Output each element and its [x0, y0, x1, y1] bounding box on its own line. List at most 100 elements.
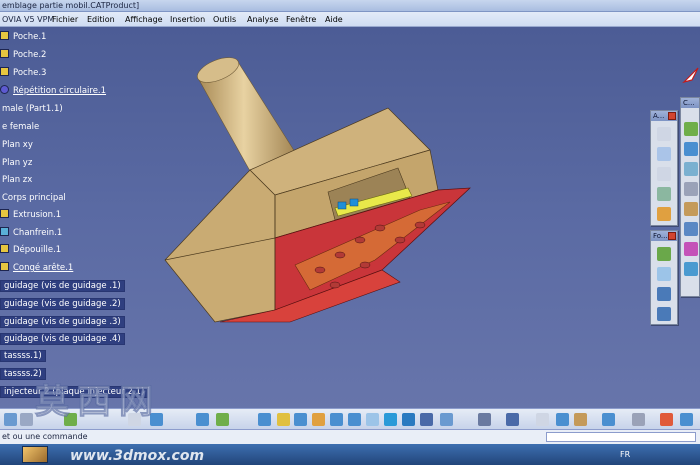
- sectioning-icon[interactable]: [602, 413, 615, 426]
- tree-item-poche-1[interactable]: Poche.1: [0, 31, 48, 44]
- fix-together-icon[interactable]: [684, 242, 698, 256]
- normal-view-icon[interactable]: [366, 413, 379, 426]
- tree-item-female[interactable]: e female: [0, 121, 41, 134]
- tree-icon[interactable]: [196, 413, 209, 426]
- menu-insertion[interactable]: Insertion: [170, 12, 205, 27]
- angle-icon[interactable]: [684, 202, 698, 216]
- tree-item-guidage-1[interactable]: guidage (vis de guidage .1): [0, 280, 125, 293]
- menu-analyse[interactable]: Analyse: [247, 12, 279, 27]
- select-icon[interactable]: [4, 413, 17, 426]
- tree-item-corps-principal[interactable]: Corps principal: [0, 192, 68, 205]
- applications-icon[interactable]: [660, 413, 673, 426]
- toolbar-a[interactable]: A...: [650, 110, 678, 226]
- shape-tool-icon[interactable]: [657, 267, 671, 281]
- tree-item-depouille[interactable]: Dépouille.1: [0, 244, 63, 257]
- shading-icon[interactable]: [402, 413, 415, 426]
- cube-tool-icon[interactable]: [657, 287, 671, 301]
- swap-visible-icon[interactable]: [440, 413, 453, 426]
- form-tool-icon[interactable]: [657, 247, 671, 261]
- section-tool-icon[interactable]: [657, 187, 671, 201]
- tree-item-tassss-1[interactable]: tassss.1): [0, 350, 46, 363]
- taskbar-app-thumbnail[interactable]: [22, 446, 48, 463]
- analysis-tool-icon[interactable]: [657, 127, 671, 141]
- language-indicator[interactable]: FR: [620, 444, 630, 465]
- formula-icon[interactable]: [128, 413, 141, 426]
- menu-fichier[interactable]: Fichier: [52, 12, 78, 27]
- tree-item-poche-3[interactable]: Poche.3: [0, 67, 48, 80]
- close-icon[interactable]: [668, 112, 676, 120]
- menu-aide[interactable]: Aide: [325, 12, 343, 27]
- camera-icon[interactable]: [478, 413, 491, 426]
- tree-item-poche-2[interactable]: Poche.2: [0, 49, 48, 62]
- window-title-bar: emblage partie mobil.CATProduct]: [0, 0, 700, 12]
- distance-tool-icon[interactable]: [657, 207, 671, 221]
- box-tool-icon[interactable]: [657, 307, 671, 321]
- tree-item-plan-yz[interactable]: Plan yz: [0, 157, 34, 170]
- tree-item-plan-zx[interactable]: Plan zx: [0, 174, 34, 187]
- pocket-icon: [0, 31, 9, 40]
- tree-item-conge-arete[interactable]: Congé arête.1: [0, 262, 75, 275]
- hierarchy-icon[interactable]: [216, 413, 229, 426]
- guide-pin: [349, 198, 359, 207]
- tree-item-plan-xy[interactable]: Plan xy: [0, 139, 35, 152]
- zoom-out-icon[interactable]: [348, 413, 361, 426]
- pocket-icon: [0, 67, 9, 76]
- constraint-icon[interactable]: [684, 122, 698, 136]
- clash-tool-icon[interactable]: [657, 167, 671, 181]
- bill-of-material-icon[interactable]: [574, 413, 587, 426]
- coincidence-icon[interactable]: [684, 142, 698, 156]
- rotate-icon[interactable]: [312, 413, 325, 426]
- hide-show-icon[interactable]: [420, 413, 433, 426]
- measure-tool-icon[interactable]: [657, 147, 671, 161]
- compass-icon[interactable]: [682, 66, 700, 84]
- explode-icon[interactable]: [536, 413, 549, 426]
- tree-item-chanfrein[interactable]: Chanfrein.1: [0, 227, 64, 240]
- tree-item-repetition-circulaire[interactable]: Répétition circulaire.1: [0, 85, 108, 98]
- fix-icon[interactable]: [684, 222, 698, 236]
- refresh-icon[interactable]: [632, 413, 645, 426]
- tree-item-guidage-2[interactable]: guidage (vis de guidage .2): [0, 298, 125, 311]
- scene-icon[interactable]: [680, 413, 693, 426]
- zoom-in-icon[interactable]: [330, 413, 343, 426]
- tree-item-injecteur-2[interactable]: injecteur 2 (plaque injecteur 2.1): [0, 386, 149, 399]
- draft-icon: [0, 244, 9, 253]
- mold-left-face: [164, 169, 276, 323]
- pan-icon[interactable]: [294, 413, 307, 426]
- contact-icon[interactable]: [684, 162, 698, 176]
- fly-mode-icon[interactable]: [258, 413, 271, 426]
- fit-all-icon[interactable]: [277, 413, 290, 426]
- menu-edition[interactable]: Edition: [87, 12, 115, 27]
- fillet-icon: [0, 262, 9, 271]
- tree-item-male-part[interactable]: male (Part1.1): [0, 103, 65, 116]
- undo-icon[interactable]: [20, 413, 33, 426]
- 3d-assembly-view[interactable]: [160, 50, 480, 330]
- update-icon[interactable]: [684, 262, 698, 276]
- menu-outils[interactable]: Outils: [213, 12, 236, 27]
- command-input[interactable]: [546, 432, 696, 442]
- toolbar-fo-header: Fo...: [651, 231, 677, 241]
- update-icon[interactable]: [64, 413, 77, 426]
- guide-pin: [337, 201, 347, 210]
- tree-item-guidage-4[interactable]: guidage (vis de guidage .4): [0, 333, 125, 346]
- menu-fenetre[interactable]: Fenêtre: [286, 12, 316, 27]
- pocket-icon: [0, 49, 9, 58]
- toolbar-c-header: C...: [681, 98, 699, 108]
- bottom-toolbar: [0, 408, 700, 430]
- command-prompt: et ou une commande: [2, 432, 88, 441]
- manipulation-icon[interactable]: [556, 413, 569, 426]
- tree-item-tassss-2[interactable]: tassss.2): [0, 368, 46, 381]
- chamfer-icon: [0, 227, 9, 236]
- menu-bar: OVIA V5 VPM Fichier Edition Affichage In…: [0, 12, 700, 27]
- pad-icon: [0, 209, 9, 218]
- menu-affichage[interactable]: Affichage: [125, 12, 163, 27]
- close-icon[interactable]: [668, 232, 676, 240]
- offset-icon[interactable]: [684, 182, 698, 196]
- tree-item-extrusion[interactable]: Extrusion.1: [0, 209, 63, 222]
- tree-item-guidage-3[interactable]: guidage (vis de guidage .3): [0, 316, 125, 329]
- command-line-bar: et ou une commande: [0, 430, 700, 444]
- toolbar-c[interactable]: C...: [680, 97, 700, 297]
- toolbar-fo[interactable]: Fo...: [650, 230, 678, 325]
- iso-view-icon[interactable]: [384, 413, 397, 426]
- snap-icon[interactable]: [506, 413, 519, 426]
- catalog-icon[interactable]: [150, 413, 163, 426]
